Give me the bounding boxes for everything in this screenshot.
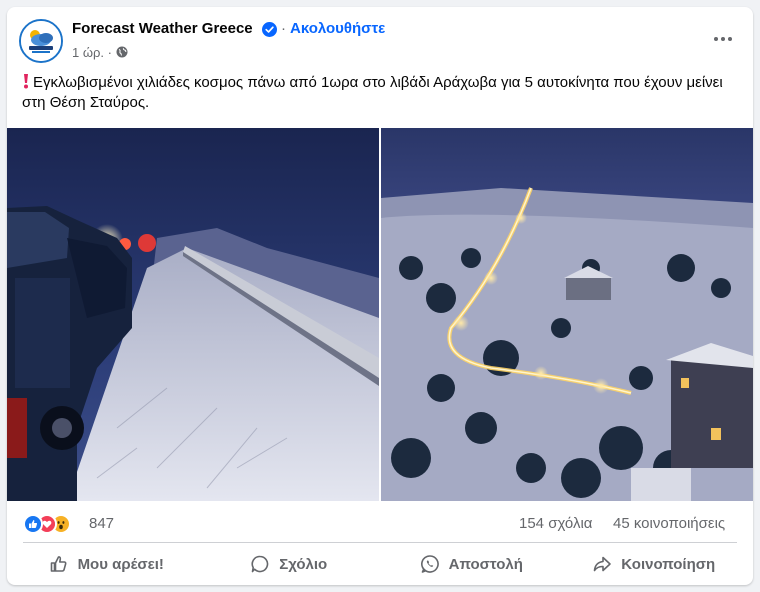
snowy-road-photo: [7, 128, 379, 501]
post-timestamp[interactable]: 1 ώρ. ·: [72, 45, 112, 60]
send-button-label: Αποστολή: [448, 555, 523, 573]
share-arrow-icon: [593, 556, 612, 572]
comment-bubble-icon: [251, 555, 269, 573]
photo-aerial-traffic[interactable]: [381, 128, 753, 501]
comment-button[interactable]: Σχόλιο: [198, 546, 381, 582]
page-avatar[interactable]: [19, 19, 63, 63]
globe-icon: [116, 46, 128, 58]
name-separator: ·: [281, 20, 286, 37]
photo-grid: [7, 128, 753, 501]
weather-logo-icon: [21, 21, 61, 61]
send-button[interactable]: Αποστολή: [380, 546, 563, 582]
comment-button-label: Σχόλιο: [279, 555, 328, 573]
more-options-button[interactable]: [709, 25, 737, 53]
like-button[interactable]: Μου αρέσει!: [15, 546, 198, 582]
page-name-link[interactable]: Forecast Weather Greece: [72, 20, 253, 37]
photo-traffic-roadside[interactable]: [7, 128, 379, 501]
share-button-label: Κοινοποίηση: [621, 555, 716, 573]
share-count[interactable]: 45 κοινοποιήσεις: [613, 515, 725, 532]
post-stats: 847 154 σχόλια 45 κοινοποιήσεις: [7, 507, 753, 541]
post-body: Εγκλωβισμένοι χιλιάδες κοσμος πάνω από 1…: [22, 73, 742, 113]
post-header: Forecast Weather Greece · Ακολουθήστε 1 …: [7, 7, 753, 73]
follow-button[interactable]: Ακολουθήστε: [290, 20, 385, 37]
red-exclamation-icon: [24, 74, 28, 89]
thumbs-up-icon: [50, 556, 67, 572]
reaction-count[interactable]: 847: [89, 515, 114, 532]
like-reaction-icon: [23, 514, 43, 534]
aerial-traffic-photo: [381, 128, 753, 501]
post-card: Forecast Weather Greece · Ακολουθήστε 1 …: [7, 7, 753, 585]
actions-divider: [23, 542, 737, 543]
verified-badge-icon: [262, 22, 277, 37]
post-body-text: Εγκλωβισμένοι χιλιάδες κοσμος πάνω από 1…: [22, 74, 723, 111]
reaction-icons[interactable]: [23, 514, 85, 534]
share-button[interactable]: Κοινοποίηση: [563, 546, 746, 582]
comment-count[interactable]: 154 σχόλια: [519, 515, 592, 532]
like-button-label: Μου αρέσει!: [77, 555, 164, 573]
more-options-icon: [714, 37, 732, 41]
whatsapp-icon: [420, 555, 439, 573]
action-bar: Μου αρέσει! Σχόλιο Αποστολή Κοινοποίηση: [15, 546, 745, 582]
